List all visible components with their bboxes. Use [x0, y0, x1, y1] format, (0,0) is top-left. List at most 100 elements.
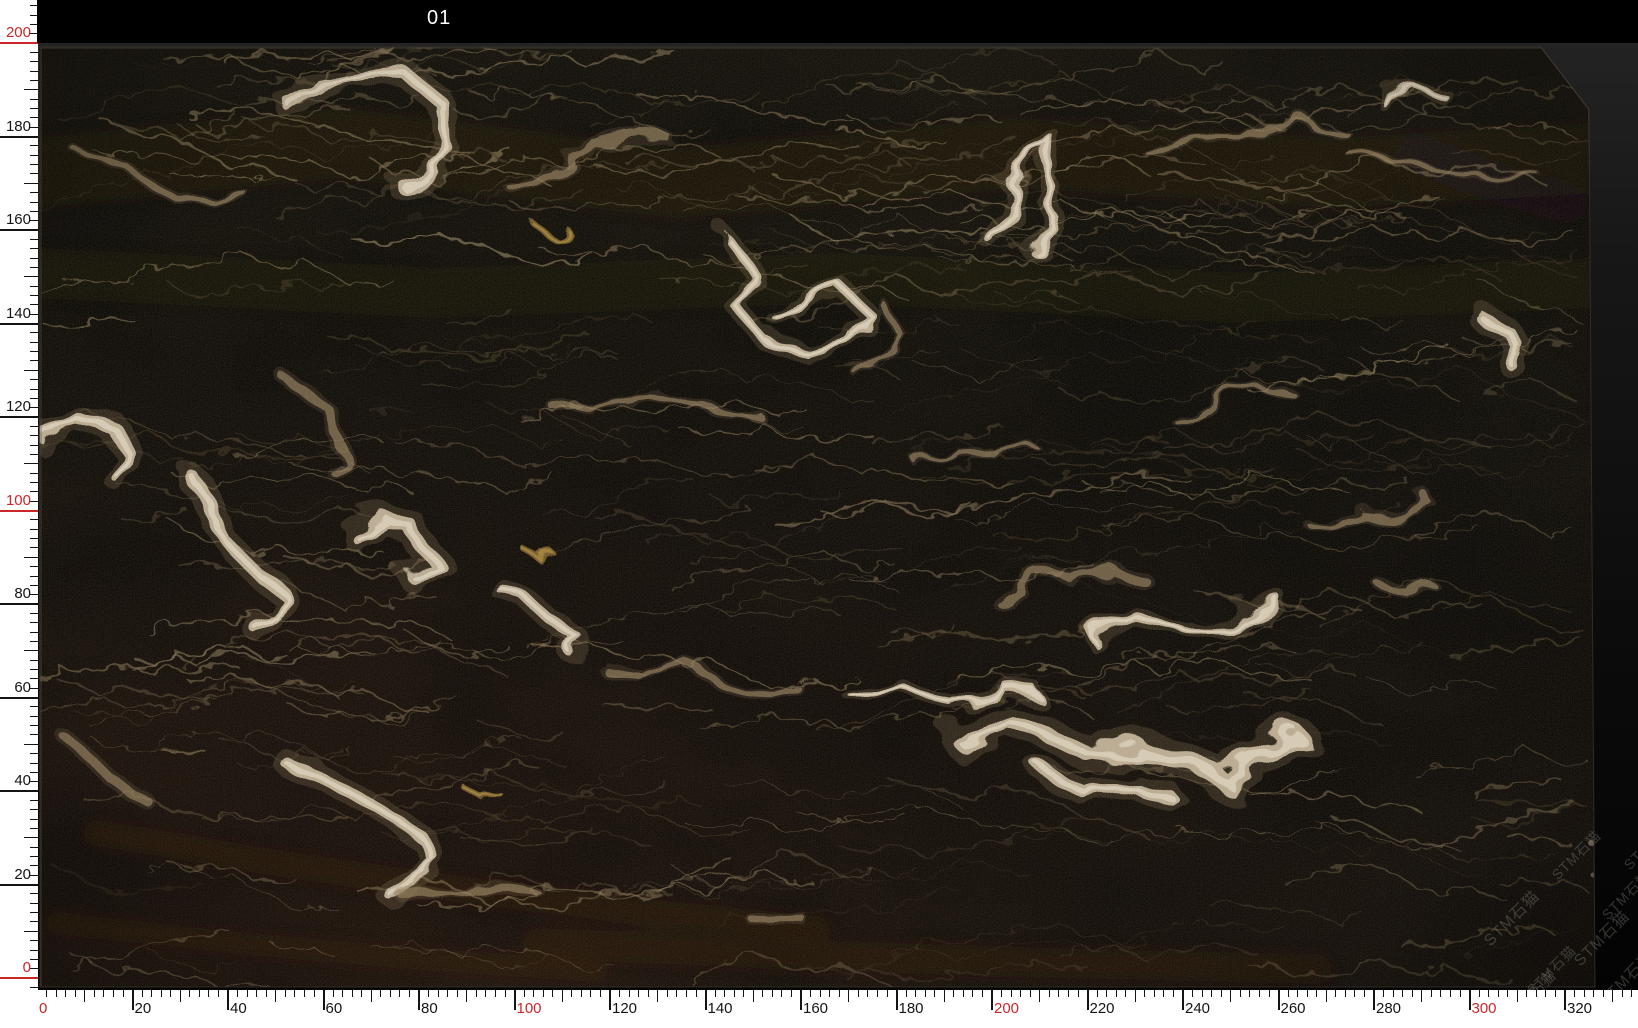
- ruler-tick: [1240, 990, 1241, 997]
- ruler-tick: [30, 71, 38, 72]
- v-ruler-label: 140: [0, 306, 31, 321]
- ruler-tick: [30, 61, 38, 62]
- ruler-tick: [46, 990, 47, 997]
- ruler-tick: [781, 990, 782, 997]
- ruler-tick: [30, 594, 38, 595]
- h-ruler-label: 220: [1090, 1001, 1115, 1016]
- ruler-tick: [1211, 990, 1212, 997]
- v-ruler-label: 120: [0, 399, 31, 414]
- watermark-text: STM石猫: [1547, 826, 1605, 884]
- ruler-tick: [30, 921, 38, 922]
- ruler-tick: [0, 884, 38, 886]
- ruler-tick: [84, 990, 85, 1002]
- h-ruler-label: 200: [994, 1001, 1019, 1016]
- ruler-tick: [1163, 990, 1164, 997]
- ruler-tick: [906, 990, 907, 997]
- v-ruler-label: 160: [0, 212, 31, 227]
- ruler-tick: [1078, 990, 1079, 997]
- ruler-tick: [30, 753, 38, 754]
- ruler-tick: [887, 990, 888, 997]
- ruler-tick: [1182, 990, 1184, 1010]
- ruler-tick: [30, 622, 38, 623]
- ruler-tick: [1278, 990, 1280, 1010]
- ruler-tick: [877, 990, 878, 997]
- ruler-tick: [247, 990, 248, 997]
- ruler-tick: [810, 990, 811, 997]
- v-ruler-label: 180: [0, 119, 31, 134]
- v-ruler-label: 200: [0, 25, 31, 40]
- ruler-tick: [30, 379, 38, 380]
- ruler-tick: [30, 295, 38, 296]
- h-ruler-label: 160: [803, 1001, 828, 1016]
- ruler-tick: [94, 990, 95, 997]
- ruler-tick: [696, 990, 697, 997]
- ruler-tick: [30, 360, 38, 361]
- h-ruler-label: 300: [1472, 1001, 1497, 1016]
- ruler-tick: [1335, 990, 1336, 997]
- ruler-tick: [1412, 990, 1413, 997]
- watermark-text: STM石猫: [1619, 816, 1638, 874]
- ruler-tick: [24, 370, 38, 371]
- ruler-tick: [1068, 990, 1069, 997]
- ruler-tick: [715, 990, 716, 997]
- ruler-tick: [0, 416, 38, 418]
- ruler-tick: [1383, 990, 1384, 997]
- ruler-tick: [30, 145, 38, 146]
- ruler-tick: [1574, 990, 1575, 997]
- ruler-tick: [1221, 990, 1222, 997]
- ruler-tick: [30, 519, 38, 520]
- ruler-tick: [1144, 990, 1145, 997]
- ruler-tick: [24, 744, 38, 745]
- ruler-tick: [1555, 990, 1556, 997]
- ruler-tick: [867, 990, 868, 997]
- ruler-tick: [399, 990, 400, 997]
- ruler-tick: [30, 725, 38, 726]
- ruler-tick: [1354, 990, 1355, 997]
- ruler-tick: [30, 856, 38, 857]
- ruler-tick: [24, 89, 38, 90]
- ruler-tick: [30, 491, 38, 492]
- ruler-tick: [390, 990, 391, 997]
- ruler-tick: [944, 990, 945, 1002]
- ruler-tick: [552, 990, 553, 997]
- ruler-tick: [657, 990, 658, 1002]
- ruler-tick: [30, 407, 38, 408]
- ruler-tick: [724, 990, 725, 997]
- ruler-tick: [30, 398, 38, 399]
- ruler-tick: [30, 819, 38, 820]
- ruler-tick: [1288, 990, 1289, 997]
- ruler-tick: [30, 903, 38, 904]
- ruler-tick: [30, 538, 38, 539]
- ruler-tick: [1297, 990, 1298, 997]
- ruler-tick: [75, 990, 76, 997]
- ruler-tick: [30, 192, 38, 193]
- ruler-tick: [30, 351, 38, 352]
- ruler-tick: [1173, 990, 1174, 997]
- ruler-tick: [1011, 990, 1012, 997]
- h-ruler-label: 0: [39, 1001, 47, 1016]
- ruler-tick: [1039, 990, 1040, 1002]
- h-ruler-label: 240: [1185, 1001, 1210, 1016]
- ruler-tick: [1020, 990, 1021, 997]
- ruler-tick: [1087, 990, 1089, 1010]
- ruler-tick: [30, 501, 38, 502]
- ruler-tick: [1097, 990, 1098, 997]
- ruler-tick: [30, 202, 38, 203]
- ruler-tick: [30, 632, 38, 633]
- ruler-tick: [30, 155, 38, 156]
- top-bar: 01: [37, 0, 1638, 43]
- ruler-tick: [609, 990, 611, 1010]
- ruler-tick: [1135, 990, 1136, 1002]
- ruler-tick: [30, 576, 38, 577]
- ruler-tick: [30, 445, 38, 446]
- ruler-tick: [30, 482, 38, 483]
- ruler-tick: [1479, 990, 1480, 997]
- ruler-tick: [648, 990, 649, 997]
- ruler-tick: [30, 211, 38, 212]
- horizontal-ruler: 0204060801001201401601802002202402602803…: [0, 990, 1638, 1028]
- ruler-tick: [1345, 990, 1346, 997]
- ruler-tick: [237, 990, 238, 997]
- ruler-tick: [705, 990, 707, 1010]
- ruler-tick: [30, 847, 38, 848]
- ruler-tick: [30, 454, 38, 455]
